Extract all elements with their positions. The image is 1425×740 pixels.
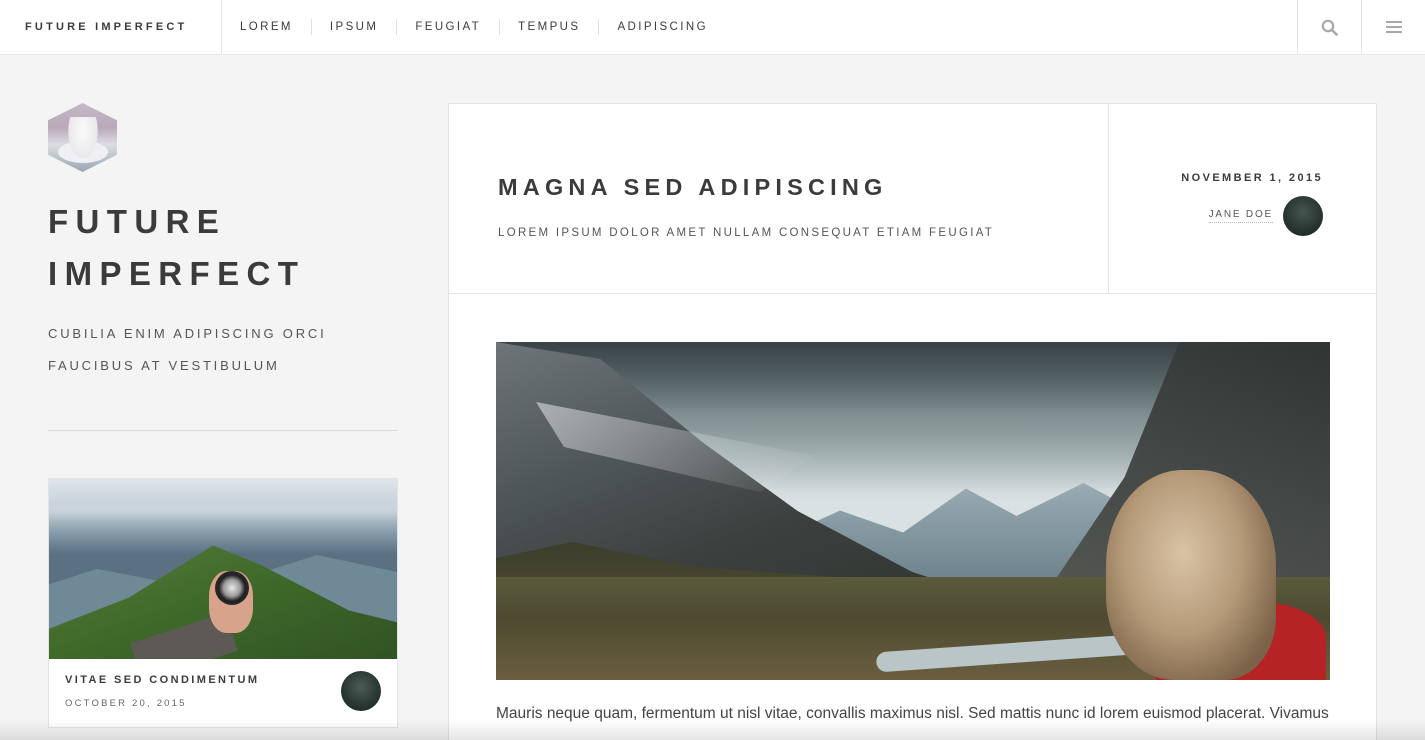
sidebar-title: FUTURE IMPERFECT <box>48 203 306 292</box>
logo-dog-head <box>66 117 100 163</box>
site-logo[interactable] <box>48 103 117 172</box>
image-clouds <box>49 479 397 519</box>
hero-hair <box>1106 470 1276 680</box>
post-date: NOVEMBER 1, 2015 <box>1181 172 1323 184</box>
post-meta: NOVEMBER 1, 2015 JANE DOE <box>1108 104 1376 294</box>
post-hero-image[interactable] <box>496 342 1330 680</box>
nav-item-feugiat[interactable]: FEUGIAT <box>396 19 499 35</box>
post-author-link[interactable]: JANE DOE <box>1208 209 1273 223</box>
post-title[interactable]: MAGNA SED ADIPISCING <box>498 174 888 201</box>
post-author-avatar[interactable] <box>1283 196 1323 236</box>
hamburger-menu-icon <box>1385 21 1402 33</box>
nav-item-tempus[interactable]: TEMPUS <box>499 19 598 35</box>
post-body-text: Mauris neque quam, fermentum ut nisl vit… <box>496 705 1329 722</box>
sidebar-divider <box>48 430 398 431</box>
main-nav: LOREM IPSUM FEUGIAT TEMPUS ADIPISCING <box>222 0 726 54</box>
post-article: MAGNA SED ADIPISCING LOREM IPSUM DOLOR A… <box>448 103 1377 740</box>
menu-button[interactable] <box>1361 0 1425 54</box>
site-brand-link[interactable]: FUTURE IMPERFECT <box>0 0 222 54</box>
sidebar-subtitle: CUBILIA ENIM ADIPISCING ORCI FAUCIBUS AT… <box>48 326 327 373</box>
mini-post-image[interactable] <box>49 479 397 659</box>
mini-post-card[interactable]: VITAE SED CONDIMENTUM OCTOBER 20, 2015 <box>48 478 398 728</box>
nav-item-adipiscing[interactable]: ADIPISCING <box>598 19 725 35</box>
image-compass <box>215 571 249 605</box>
nav-item-ipsum[interactable]: IPSUM <box>310 19 396 35</box>
post-header: MAGNA SED ADIPISCING LOREM IPSUM DOLOR A… <box>449 104 1376 294</box>
top-bar: FUTURE IMPERFECT LOREM IPSUM FEUGIAT TEM… <box>0 0 1425 55</box>
mini-post-title[interactable]: VITAE SED CONDIMENTUM <box>65 674 259 686</box>
search-button[interactable] <box>1297 0 1361 54</box>
post-subtitle: LOREM IPSUM DOLOR AMET NULLAM CONSEQUAT … <box>498 227 995 239</box>
search-icon <box>1321 19 1338 36</box>
nav-item-lorem[interactable]: LOREM <box>222 19 311 35</box>
mini-post-author-avatar[interactable] <box>341 671 381 711</box>
mini-post-date: OCTOBER 20, 2015 <box>65 698 187 709</box>
